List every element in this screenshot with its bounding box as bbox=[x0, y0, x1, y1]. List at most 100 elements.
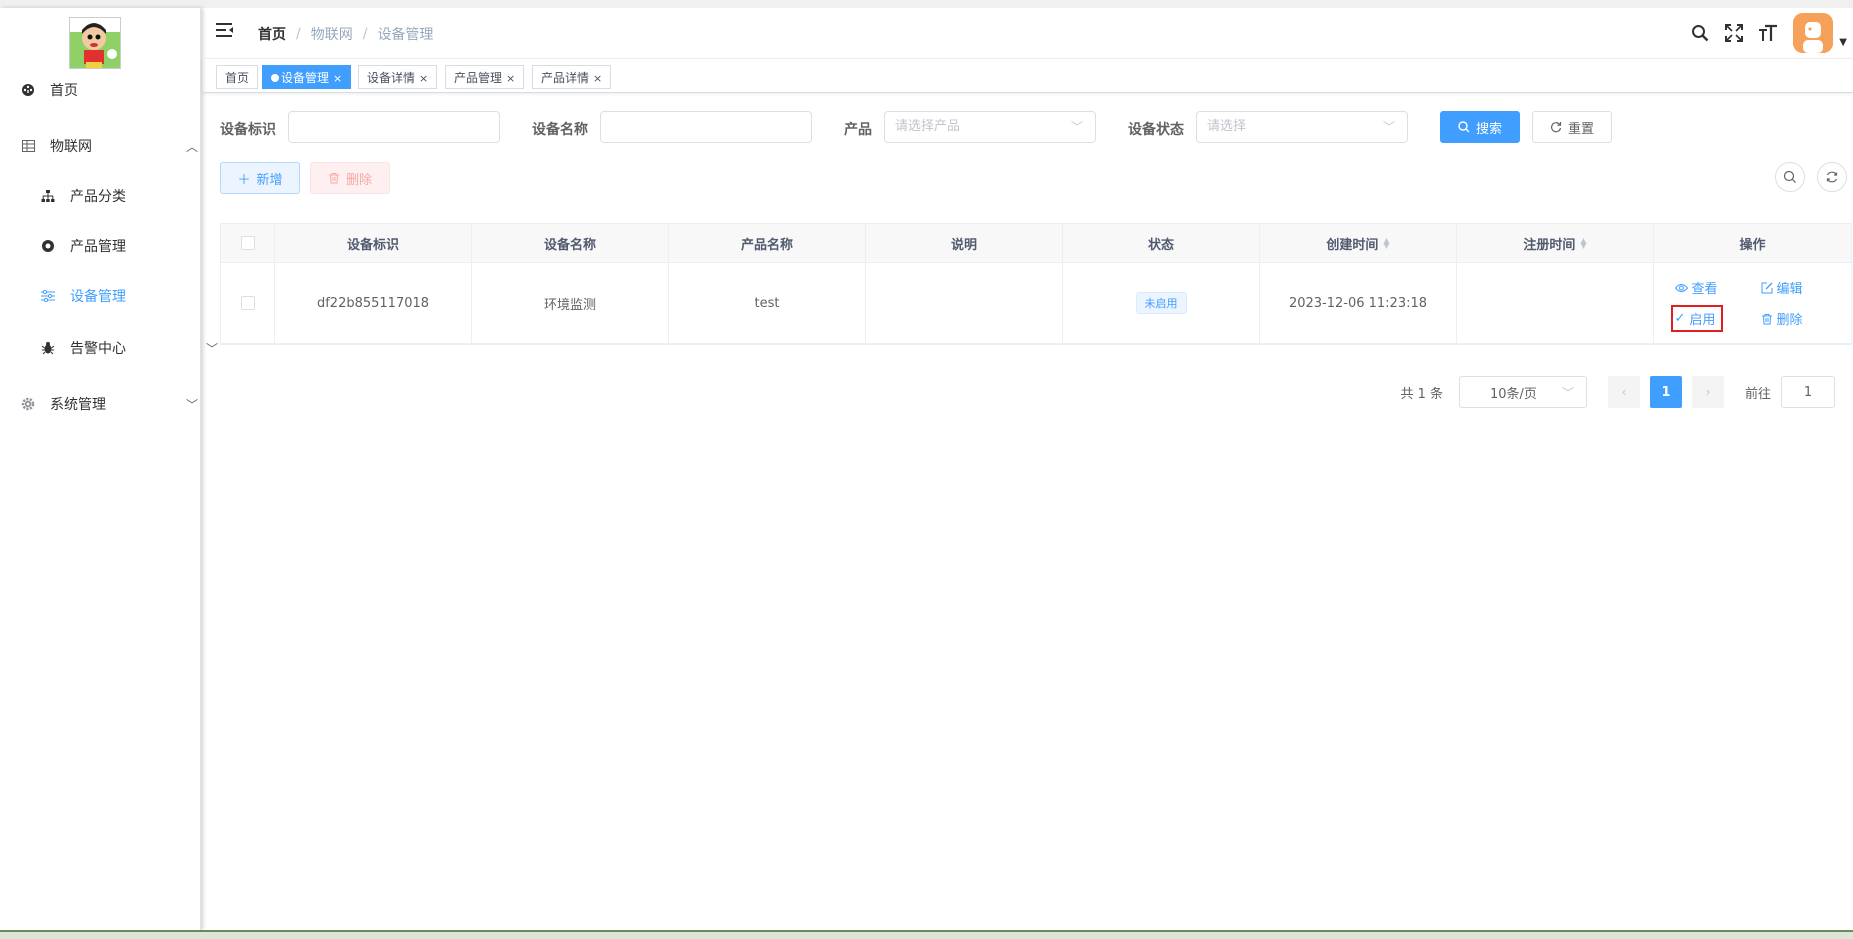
font-size-icon[interactable] bbox=[1751, 8, 1785, 58]
edit-icon bbox=[1761, 282, 1772, 293]
tag-home[interactable]: 首页 bbox=[216, 65, 259, 89]
breadcrumb-separator: / bbox=[296, 26, 301, 42]
delete-button[interactable]: 删除 bbox=[310, 162, 390, 194]
search-button-label: 搜索 bbox=[1475, 121, 1502, 137]
search-icon[interactable] bbox=[1683, 8, 1717, 58]
add-button[interactable]: ＋ 新增 bbox=[220, 162, 300, 194]
chevron-down-icon: ﹀ bbox=[1382, 120, 1395, 134]
fullscreen-icon[interactable] bbox=[1717, 8, 1751, 58]
edit-label: 编辑 bbox=[1776, 282, 1803, 297]
refresh-button[interactable] bbox=[1817, 162, 1847, 192]
header-description: 说明 bbox=[866, 224, 1063, 262]
product-select[interactable]: 请选择产品 ﹀ bbox=[884, 111, 1096, 143]
header-product-name: 产品名称 bbox=[669, 224, 866, 262]
table-row: df22b855117018 环境监测 test 未启用 2023-12-06 … bbox=[221, 263, 1851, 344]
table-header: 设备标识 设备名称 产品名称 说明 状态 创建时间 ▲ ▼ 注册时间 ▲ ▼ 操作 bbox=[221, 224, 1851, 263]
plus-icon: ＋ bbox=[237, 172, 251, 188]
header-device-name: 设备名称 bbox=[472, 224, 669, 262]
refresh-icon bbox=[1826, 171, 1838, 183]
app-logo bbox=[69, 17, 121, 69]
cell-description bbox=[866, 263, 1063, 343]
enable-button[interactable]: ✓ 启用 bbox=[1670, 305, 1723, 332]
page-size-select[interactable]: 10条/页 ﹀ bbox=[1458, 376, 1587, 408]
pagination: 共 1 条 10条/页 ﹀ ‹ 1 › 前往 1 bbox=[1400, 376, 1835, 408]
total-count: 共 1 条 bbox=[1400, 386, 1443, 402]
header-label: 创建时间 bbox=[1326, 237, 1379, 253]
toggle-search-button[interactable] bbox=[1775, 162, 1805, 192]
sliders-icon bbox=[40, 288, 56, 304]
hamburger-icon[interactable] bbox=[216, 22, 236, 42]
sidebar-item-home[interactable]: 首页 bbox=[0, 70, 220, 110]
breadcrumb-item[interactable]: 首页 bbox=[258, 24, 286, 44]
caret-down-icon[interactable]: ▼ bbox=[1839, 37, 1847, 48]
sidebar: 首页 物联网 ︿ 产品分类 产品管理 设备管理 告警中心 ﹀ 系统管理 ﹀ bbox=[0, 8, 218, 930]
prev-page-button[interactable]: ‹ bbox=[1607, 376, 1640, 408]
device-id-input[interactable] bbox=[288, 111, 500, 143]
header-registered-time[interactable]: 注册时间 ▲ ▼ bbox=[1457, 224, 1654, 262]
page-size-value: 10条/页 bbox=[1489, 386, 1537, 402]
cell-registered-time bbox=[1457, 263, 1654, 343]
cell-device-id: df22b855117018 bbox=[275, 263, 472, 343]
tag-label: 设备详情 bbox=[367, 71, 416, 85]
page-number-current[interactable]: 1 bbox=[1649, 376, 1682, 408]
close-icon[interactable]: × bbox=[333, 72, 342, 85]
reset-button-label: 重置 bbox=[1567, 121, 1594, 137]
sidebar-item-system[interactable]: 系统管理 ﹀ bbox=[0, 384, 220, 424]
cell-product-name: test bbox=[669, 263, 866, 343]
next-page-button[interactable]: › bbox=[1691, 376, 1724, 408]
tag-label: 设备管理 bbox=[281, 71, 330, 85]
cell-device-name: 环境监测 bbox=[472, 263, 669, 343]
device-status-select[interactable]: 请选择 ﹀ bbox=[1196, 111, 1408, 143]
goto-page-input[interactable]: 1 bbox=[1781, 376, 1835, 408]
delete-button-label: 删除 bbox=[345, 172, 372, 188]
trash-icon bbox=[1761, 313, 1772, 324]
search-icon bbox=[1458, 121, 1470, 133]
chevron-down-icon: ﹀ bbox=[185, 397, 198, 412]
breadcrumb-separator: / bbox=[362, 26, 368, 42]
avatar[interactable] bbox=[1793, 13, 1834, 53]
device-status-label: 设备状态 bbox=[1128, 122, 1184, 138]
device-name-label: 设备名称 bbox=[532, 122, 588, 138]
row-checkbox[interactable] bbox=[240, 296, 255, 310]
close-icon[interactable]: × bbox=[506, 72, 515, 85]
edit-button[interactable]: 编辑 bbox=[1761, 278, 1831, 297]
breadcrumb-item: 物联网 bbox=[310, 27, 353, 43]
view-label: 查看 bbox=[1691, 282, 1718, 297]
tag-label: 产品详情 bbox=[541, 71, 590, 85]
tag-device-detail[interactable]: 设备详情 × bbox=[358, 65, 438, 89]
sidebar-item-label: 系统管理 bbox=[50, 397, 106, 413]
close-icon[interactable]: × bbox=[593, 72, 602, 85]
sort-icon[interactable]: ▲ ▼ bbox=[1383, 237, 1389, 250]
tree-icon bbox=[40, 188, 56, 204]
chevron-down-icon: ﹀ bbox=[1070, 120, 1083, 134]
close-icon[interactable]: × bbox=[419, 72, 428, 85]
window-bottom-strip bbox=[0, 930, 1853, 939]
search-button[interactable]: 搜索 bbox=[1440, 111, 1520, 143]
enable-label: 启用 bbox=[1689, 313, 1716, 328]
reset-button[interactable]: 重置 bbox=[1532, 111, 1612, 143]
header-device-id: 设备标识 bbox=[275, 224, 472, 262]
header-created-time[interactable]: 创建时间 ▲ ▼ bbox=[1260, 224, 1457, 262]
device-name-input[interactable] bbox=[600, 111, 812, 143]
sidebar-item-label: 产品分类 bbox=[70, 189, 126, 205]
select-all-checkbox[interactable] bbox=[240, 236, 255, 250]
cell-actions: 查看 编辑 ✓ 启用 删除 bbox=[1654, 263, 1851, 343]
navbar-tools: ▼ bbox=[1683, 8, 1853, 58]
view-button[interactable]: 查看 bbox=[1674, 278, 1761, 297]
chevron-left-icon: ‹ bbox=[1621, 385, 1627, 399]
row-delete-button[interactable]: 删除 bbox=[1761, 309, 1831, 328]
tag-product-manage[interactable]: 产品管理 × bbox=[445, 65, 525, 89]
tag-label: 产品管理 bbox=[454, 71, 503, 85]
sidebar-item-label: 设备管理 bbox=[70, 289, 126, 305]
header-status: 状态 bbox=[1063, 224, 1260, 262]
dashboard-icon bbox=[20, 82, 36, 98]
sort-icon[interactable]: ▲ ▼ bbox=[1580, 237, 1586, 250]
select-all-cell bbox=[221, 224, 275, 262]
sidebar-item-iot[interactable]: 物联网 ︿ bbox=[0, 126, 220, 166]
device-id-label: 设备标识 bbox=[220, 122, 276, 138]
status-badge: 未启用 bbox=[1135, 292, 1187, 314]
tags-view: 首页 设备管理 × 设备详情 × 产品管理 × 产品详情 × bbox=[202, 58, 1853, 93]
tag-device-manage[interactable]: 设备管理 × bbox=[262, 65, 352, 89]
tag-product-detail[interactable]: 产品详情 × bbox=[532, 65, 612, 89]
header-actions: 操作 bbox=[1739, 237, 1766, 253]
